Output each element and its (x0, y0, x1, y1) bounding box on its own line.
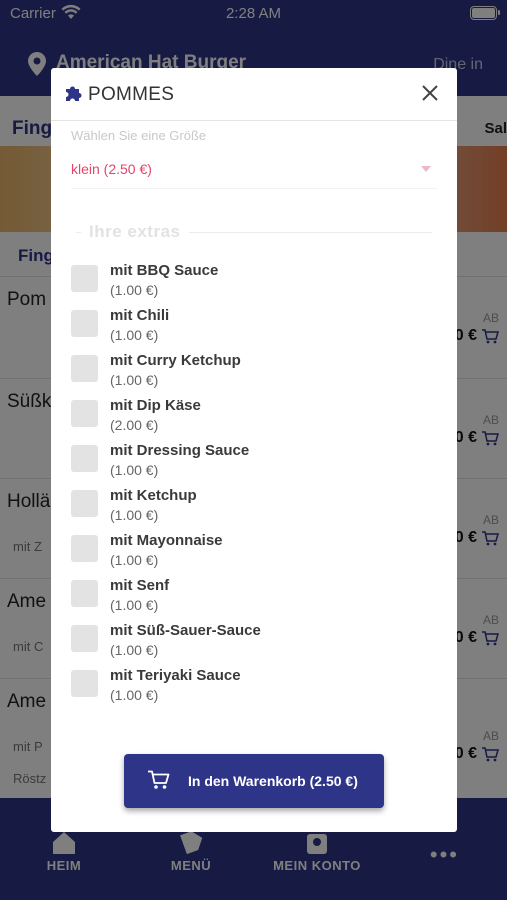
extra-name: mit Ketchup (110, 487, 197, 504)
extra-price: (1.00 €) (110, 507, 159, 523)
extra-option[interactable]: mit Süß-Sauer-Sauce (1.00 €) (71, 622, 437, 670)
extra-option[interactable]: mit Mayonnaise (1.00 €) (71, 532, 437, 580)
add-to-cart-button[interactable]: In den Warenkorb (2.50 €) (124, 754, 384, 808)
extra-price: (1.00 €) (110, 687, 159, 703)
extra-option[interactable]: mit Curry Ketchup (1.00 €) (71, 352, 437, 400)
extra-checkbox[interactable] (71, 670, 98, 697)
extra-price: (1.00 €) (110, 372, 159, 388)
puzzle-icon (64, 84, 82, 107)
extra-option[interactable]: mit Ketchup (1.00 €) (71, 487, 437, 535)
extra-checkbox[interactable] (71, 625, 98, 652)
extra-checkbox[interactable] (71, 445, 98, 472)
extra-price: (1.00 €) (110, 642, 159, 658)
extra-checkbox[interactable] (71, 265, 98, 292)
size-label: Wählen Sie eine Größe (71, 128, 207, 143)
extra-price: (1.00 €) (110, 282, 159, 298)
extra-checkbox[interactable] (71, 535, 98, 562)
add-to-cart-label: In den Warenkorb (2.50 €) (188, 773, 358, 789)
extra-price: (1.00 €) (110, 462, 159, 478)
extra-checkbox[interactable] (71, 490, 98, 517)
extra-option[interactable]: mit Dressing Sauce (1.00 €) (71, 442, 437, 490)
extra-price: (1.00 €) (110, 327, 159, 343)
product-options-modal: POMMES Wählen Sie eine Größe klein (2.50… (51, 68, 457, 832)
extra-name: mit Senf (110, 577, 170, 594)
extra-name: mit Teriyaki Sauce (110, 667, 241, 684)
extra-price: (1.00 €) (110, 597, 159, 613)
extra-name: mit Dip Käse (110, 397, 201, 414)
extra-option[interactable]: mit Teriyaki Sauce (1.00 €) (71, 667, 437, 715)
extra-checkbox[interactable] (71, 400, 98, 427)
extra-option[interactable]: mit Chili (1.00 €) (71, 307, 437, 355)
extra-checkbox[interactable] (71, 580, 98, 607)
extra-name: mit Mayonnaise (110, 532, 223, 549)
size-select[interactable]: klein (2.50 €) (71, 150, 437, 186)
size-select-value: klein (2.50 €) (71, 161, 152, 177)
close-icon[interactable] (419, 82, 441, 104)
extra-name: mit Curry Ketchup (110, 352, 241, 369)
extra-name: mit BBQ Sauce (110, 262, 219, 279)
chevron-down-icon (421, 166, 431, 172)
extra-name: mit Chili (110, 307, 170, 324)
extra-option[interactable]: mit Senf (1.00 €) (71, 577, 437, 625)
extra-checkbox[interactable] (71, 355, 98, 382)
cart-icon (148, 770, 170, 795)
extras-title: Ihre extras (81, 222, 189, 242)
extra-checkbox[interactable] (71, 310, 98, 337)
extra-option[interactable]: mit BBQ Sauce (1.00 €) (71, 262, 437, 310)
extra-price: (1.00 €) (110, 552, 159, 568)
extra-name: mit Dressing Sauce (110, 442, 250, 459)
extra-option[interactable]: mit Dip Käse (2.00 €) (71, 397, 437, 445)
extra-name: mit Süß-Sauer-Sauce (110, 622, 261, 639)
modal-title: POMMES (88, 84, 175, 105)
extra-price: (2.00 €) (110, 417, 159, 433)
modal-header: POMMES (51, 68, 457, 121)
divider (71, 188, 437, 189)
